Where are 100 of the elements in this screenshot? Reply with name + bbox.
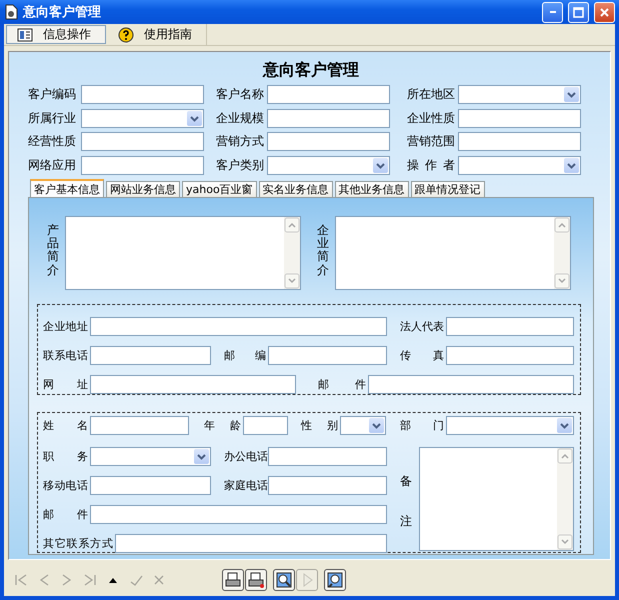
field-label: 操 作 者	[407, 157, 455, 174]
input-field[interactable]	[81, 132, 204, 152]
print-icon	[224, 571, 242, 589]
input-field[interactable]	[243, 416, 288, 435]
tab[interactable]: 跟单情况登记	[410, 181, 485, 197]
input-field[interactable]	[368, 375, 574, 394]
dropdown-field[interactable]	[340, 416, 386, 435]
field-label: 所属行业	[28, 110, 76, 127]
input-field[interactable]	[458, 108, 581, 128]
field-label: 邮 编	[224, 348, 266, 363]
field-label: 办公电话	[224, 449, 266, 464]
field-label: 邮 件	[43, 507, 88, 522]
maximize-button[interactable]	[568, 2, 589, 22]
input-field[interactable]	[81, 84, 204, 104]
field-label: 移动电话	[43, 478, 88, 493]
caret-icon	[564, 158, 579, 174]
form-title: 意向客户管理	[262, 60, 360, 81]
caret-icon	[564, 86, 579, 102]
field-label: 家庭电话	[224, 478, 266, 493]
tab[interactable]: yahoo百业窗	[182, 181, 257, 197]
caret-icon	[369, 418, 384, 433]
scroll-up-icon[interactable]	[284, 217, 300, 233]
input-field[interactable]	[446, 317, 574, 336]
field-label: 其它联系方式	[43, 536, 113, 551]
field-label: 职 务	[43, 449, 88, 464]
scroll-down-icon[interactable]	[554, 273, 570, 289]
field-label: 联系电话	[43, 348, 88, 363]
preview-button[interactable]	[273, 569, 295, 591]
field-label: 产品简介	[47, 224, 59, 279]
maximize-icon	[573, 6, 584, 18]
input-field[interactable]	[446, 346, 574, 365]
print-setup-button[interactable]	[245, 569, 267, 591]
input-field[interactable]	[267, 108, 390, 128]
text-area[interactable]	[65, 216, 301, 290]
scroll-down-icon[interactable]	[284, 273, 300, 289]
input-field[interactable]	[90, 317, 387, 336]
field-label: 客户类别	[216, 157, 264, 174]
tab[interactable]: 实名业务信息	[258, 181, 333, 197]
input-field[interactable]	[268, 447, 387, 466]
scroll-up-icon[interactable]	[557, 448, 573, 464]
input-field[interactable]	[267, 84, 390, 104]
scrollbar[interactable]	[284, 217, 300, 289]
dropdown-field[interactable]	[81, 108, 204, 128]
input-field[interactable]	[81, 156, 204, 176]
scroll-up-icon[interactable]	[554, 217, 570, 233]
input-field[interactable]	[90, 346, 211, 365]
field-label: 企业性质	[407, 110, 455, 127]
field-label: 网 址	[43, 377, 88, 392]
input-field[interactable]	[90, 476, 211, 495]
print-button[interactable]	[222, 569, 244, 591]
field-label: 所在地区	[407, 86, 455, 103]
input-field[interactable]	[90, 505, 387, 524]
dropdown-field[interactable]	[458, 156, 581, 176]
field-label: 企业简介	[317, 224, 329, 279]
minimize-icon	[550, 11, 556, 13]
input-field[interactable]	[268, 346, 387, 365]
triangle-icon	[109, 578, 117, 582]
dropdown-field[interactable]	[458, 84, 581, 104]
dropdown-field[interactable]	[446, 416, 574, 435]
toolbar-button[interactable]: 信息操作	[6, 25, 106, 44]
input-field[interactable]	[115, 534, 387, 553]
field-label: 性 别	[301, 418, 338, 433]
field-label: 企业地址	[43, 319, 88, 334]
question-icon	[118, 26, 134, 42]
book-icon	[17, 28, 33, 42]
field-label: 营销范围	[407, 133, 455, 150]
field-label: 法人代表	[400, 319, 444, 334]
app-icon	[4, 4, 18, 20]
input-field[interactable]	[267, 132, 390, 152]
tab[interactable]: 其他业务信息	[334, 181, 409, 197]
close-button[interactable]	[594, 2, 615, 22]
window-title: 意向客户管理	[23, 4, 102, 21]
field-label: 客户编码	[28, 86, 76, 103]
field-label: 网络应用	[28, 157, 76, 174]
preview-icon	[275, 571, 293, 589]
caret-icon	[187, 110, 202, 126]
field-label: 营销方式	[216, 133, 264, 150]
field-label: 企业规模	[216, 110, 264, 127]
input-field[interactable]	[90, 416, 189, 435]
field-label: 邮 件	[318, 377, 366, 392]
field-label: 备注	[400, 473, 412, 530]
scrollbar[interactable]	[557, 448, 573, 550]
caret-icon	[373, 158, 388, 174]
minimize-button[interactable]	[542, 2, 563, 22]
field-label: 客户名称	[216, 86, 264, 103]
input-field[interactable]	[268, 476, 387, 495]
scrollbar[interactable]	[554, 217, 570, 289]
tab[interactable]: 客户基本信息	[30, 179, 104, 197]
search-button[interactable]	[324, 569, 346, 591]
caret-icon	[194, 449, 209, 464]
input-field[interactable]	[458, 132, 581, 152]
input-field[interactable]	[90, 375, 296, 394]
text-area[interactable]	[335, 216, 571, 290]
dropdown-field[interactable]	[267, 156, 390, 176]
tab[interactable]: 网站业务信息	[106, 181, 180, 197]
close-icon	[599, 6, 610, 18]
scroll-down-icon[interactable]	[557, 534, 573, 550]
dropdown-field[interactable]	[90, 447, 211, 466]
text-area[interactable]	[419, 447, 574, 551]
field-label: 部 门	[400, 418, 444, 433]
